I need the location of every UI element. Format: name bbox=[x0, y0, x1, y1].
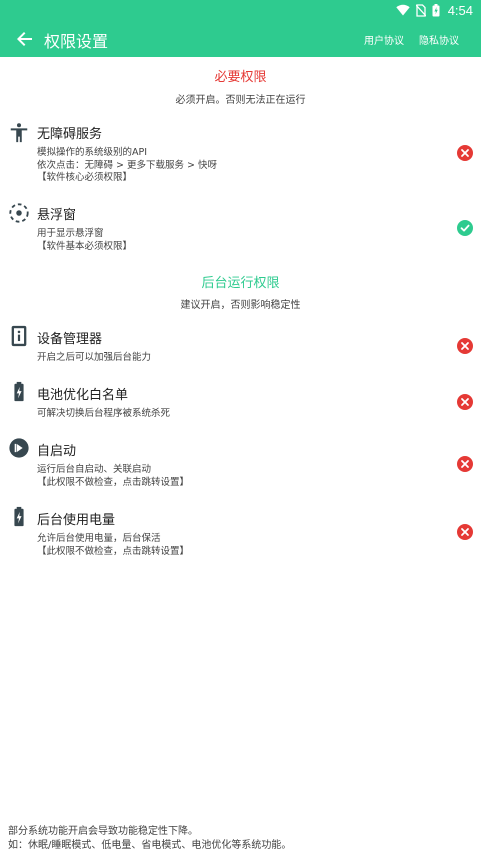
status-granted-icon bbox=[457, 220, 473, 236]
status-denied-icon bbox=[457, 456, 473, 472]
status-denied-icon bbox=[457, 394, 473, 410]
background-section-subtitle: 建议开启，否则影响稳定性 bbox=[180, 300, 301, 311]
wifi-icon bbox=[395, 4, 410, 16]
back-button[interactable] bbox=[13, 27, 37, 51]
required-section-title: 必要权限 bbox=[214, 70, 267, 85]
permission-description: 开启之后可以加强后台能力 bbox=[37, 352, 152, 363]
permission-description: 用于显示悬浮窗 【软件基本必须权限】 bbox=[37, 228, 133, 252]
permission-autostart[interactable]: 自启动 运行后台自启动、关联启动 【此权限不做检查，点击跳转设置】 bbox=[0, 436, 481, 494]
page-title: 权限设置 bbox=[44, 32, 109, 51]
status-denied-icon bbox=[457, 338, 473, 354]
permission-floating-window[interactable]: 悬浮窗 用于显示悬浮窗 【软件基本必须权限】 bbox=[0, 200, 481, 256]
background-section-title: 后台运行权限 bbox=[201, 276, 280, 291]
battery-charging-icon bbox=[8, 381, 30, 403]
arrow-left-icon bbox=[13, 32, 37, 55]
permission-title: 后台使用电量 bbox=[37, 513, 116, 528]
permission-description: 模拟操作的系统级别的API 依次点击：无障碍 > 更多下载服务 > 快呀 【软件… bbox=[37, 147, 217, 183]
permission-description: 允许后台使用电量，后台保活 【此权限不做检查，点击跳转设置】 bbox=[37, 533, 190, 557]
permission-device-admin[interactable]: 设备管理器 开启之后可以加强后台能力 bbox=[0, 324, 481, 370]
autostart-icon bbox=[8, 437, 30, 459]
status-icons: 4:54 bbox=[395, 2, 473, 18]
device-admin-icon bbox=[8, 325, 30, 347]
permission-title: 设备管理器 bbox=[37, 332, 103, 347]
permission-description: 运行后台自启动、关联启动 【此权限不做检查，点击跳转设置】 bbox=[37, 464, 190, 488]
status-bar: 4:54 bbox=[0, 0, 481, 20]
battery-charging-icon bbox=[8, 506, 30, 528]
permission-title: 自启动 bbox=[37, 444, 77, 459]
privacy-agreement-link[interactable]: 隐私协议 bbox=[419, 32, 459, 47]
required-section-subtitle: 必须开启。否则无法正在运行 bbox=[175, 95, 306, 106]
accessibility-icon bbox=[8, 122, 30, 144]
permission-battery-whitelist[interactable]: 电池优化白名单 可解决切换后台程序被系统杀死 bbox=[0, 380, 481, 426]
user-agreement-link[interactable]: 用户协议 bbox=[364, 32, 404, 47]
permission-title: 电池优化白名单 bbox=[37, 388, 129, 403]
permission-title: 悬浮窗 bbox=[37, 208, 77, 223]
permission-background-battery[interactable]: 后台使用电量 允许后台使用电量，后台保活 【此权限不做检查，点击跳转设置】 bbox=[0, 505, 481, 563]
floating-window-icon bbox=[8, 202, 30, 224]
battery-charging-icon bbox=[432, 3, 440, 17]
no-sim-icon bbox=[415, 3, 426, 17]
permission-description: 可解决切换后台程序被系统杀死 bbox=[37, 408, 171, 419]
status-denied-icon bbox=[457, 524, 473, 540]
status-time: 4:54 bbox=[447, 2, 473, 18]
footer-note: 部分系统功能开启会导致功能稳定性下降。 如：休眠/睡眠模式、低电量、省电模式、电… bbox=[8, 826, 292, 851]
permission-title: 无障碍服务 bbox=[37, 127, 103, 142]
permission-accessibility[interactable]: 无障碍服务 模拟操作的系统级别的API 依次点击：无障碍 > 更多下载服务 > … bbox=[0, 118, 481, 190]
app-bar: 权限设置 用户协议 隐私协议 bbox=[0, 20, 481, 57]
status-denied-icon bbox=[457, 145, 473, 161]
